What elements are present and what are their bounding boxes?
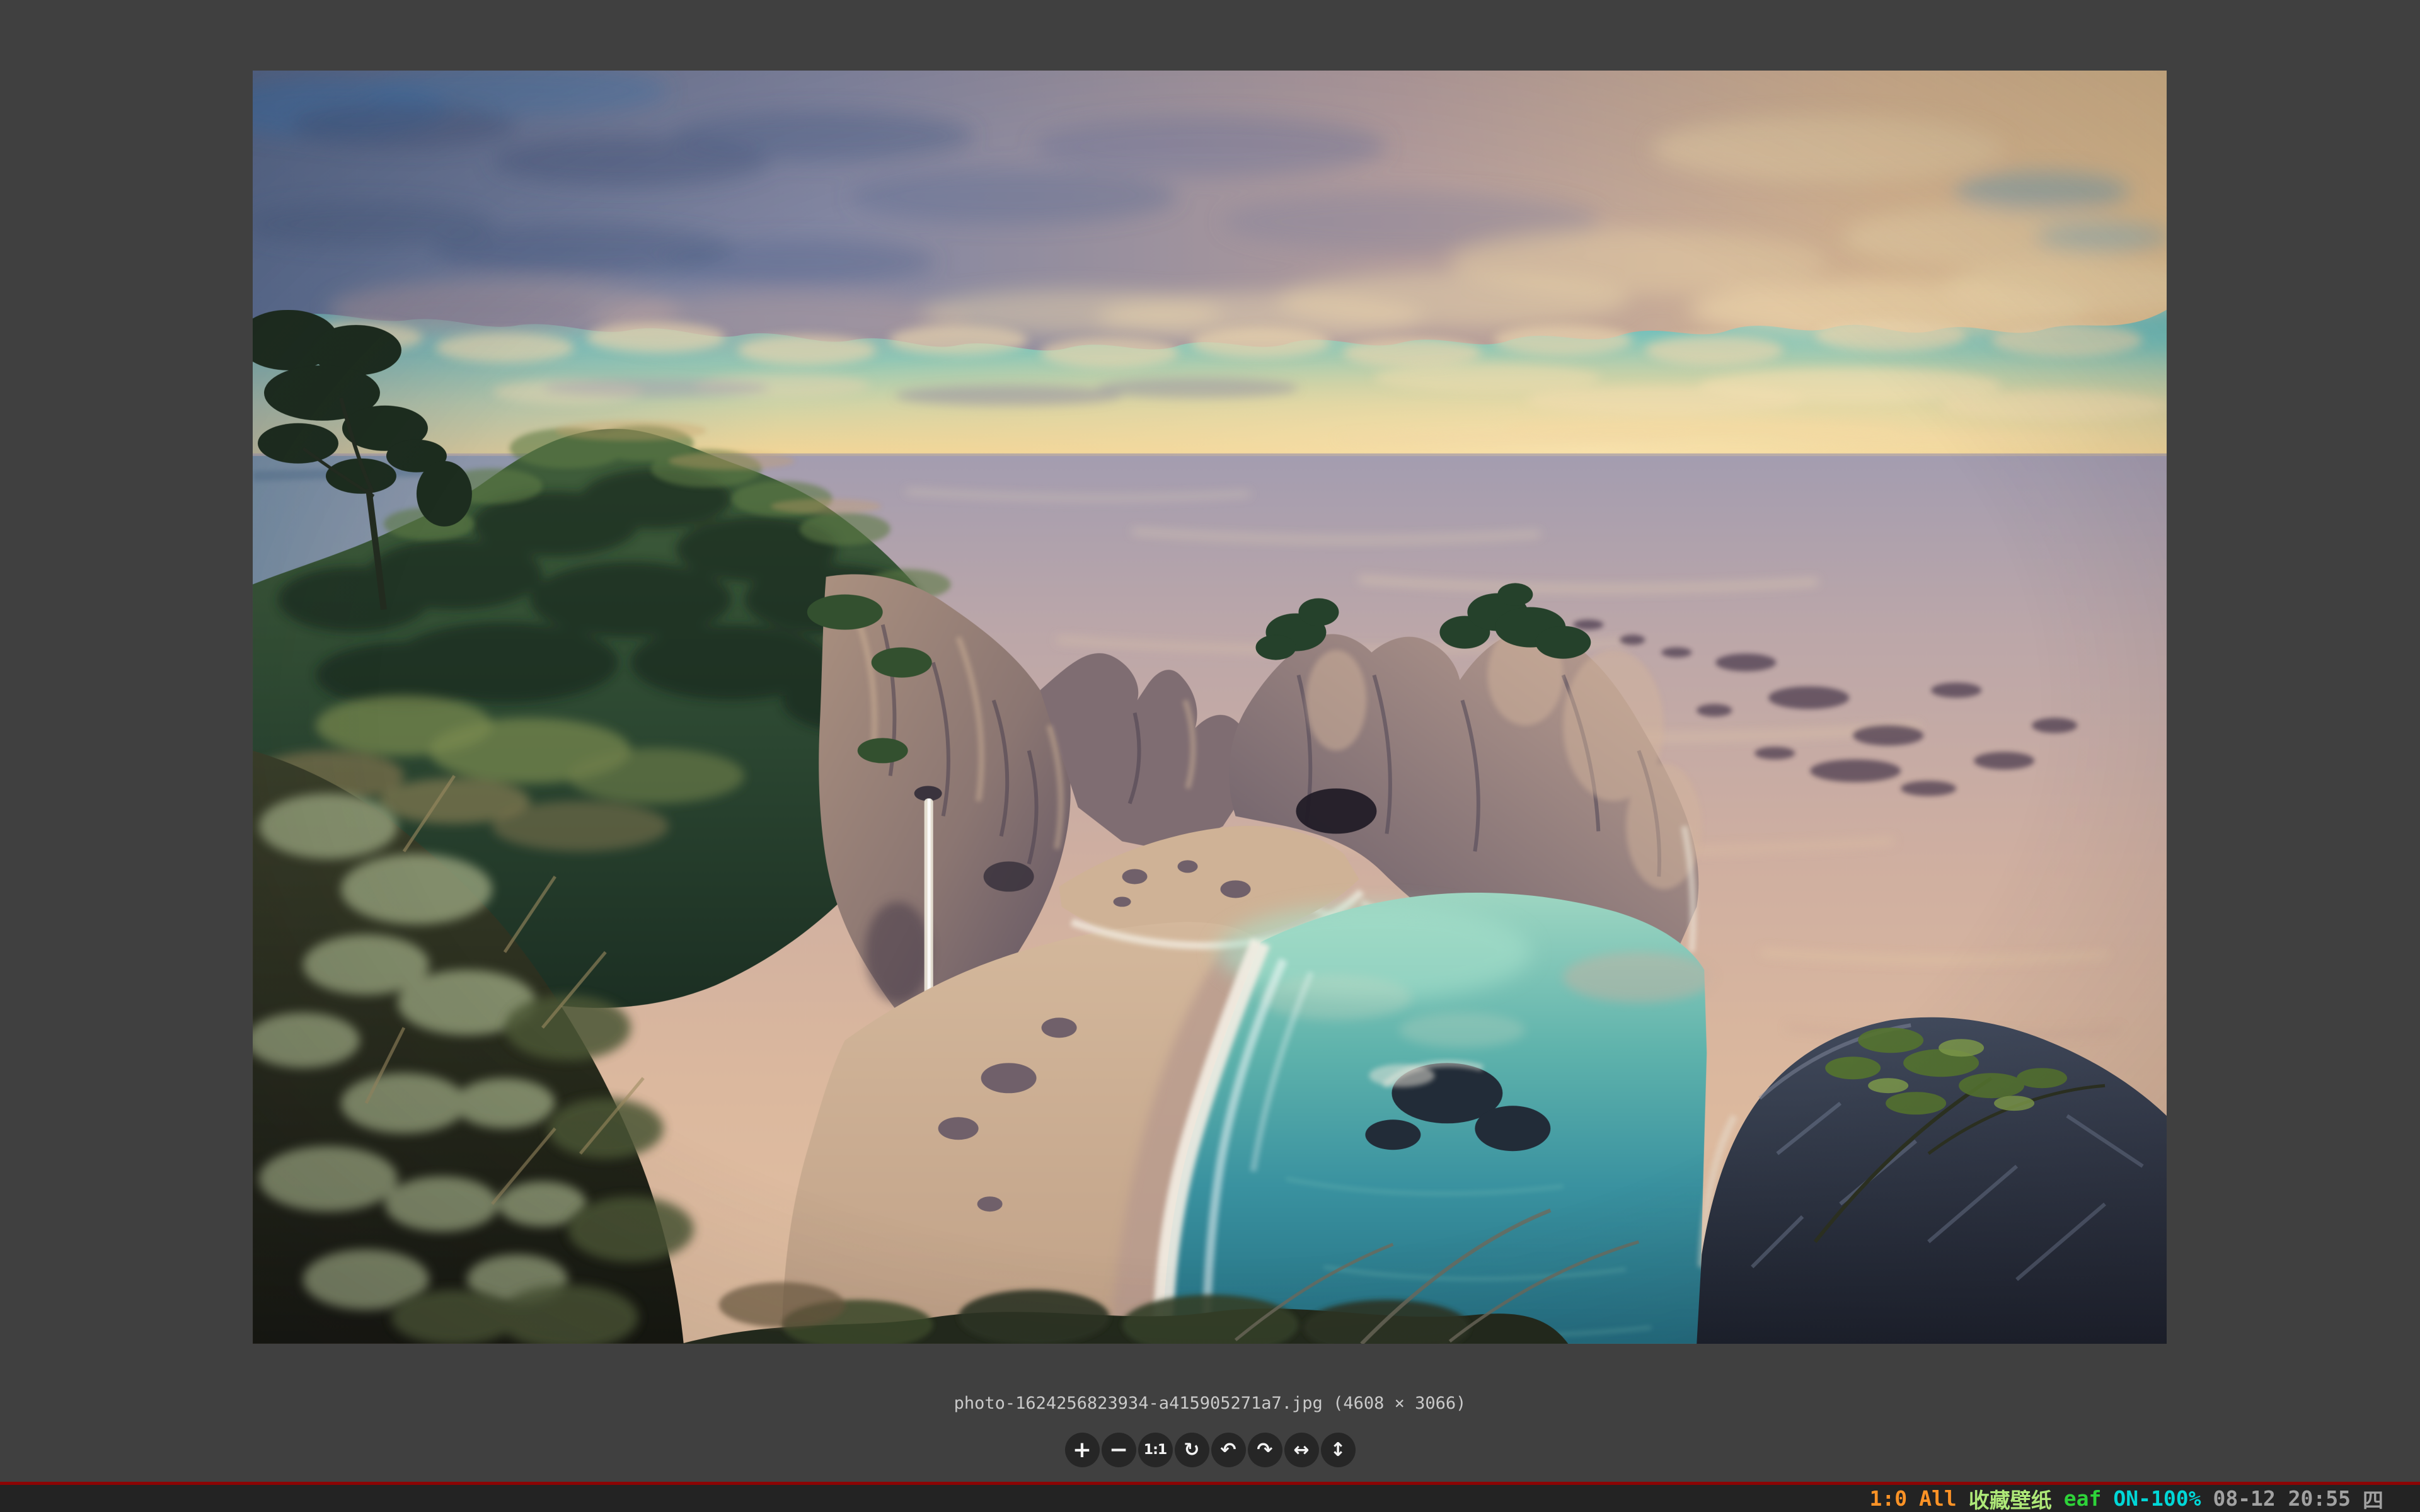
image-viewer-window: photo-1624256823934-a415905271a7.jpg (46… xyxy=(0,0,2420,1512)
photo-scene xyxy=(253,71,2167,1344)
reload-icon: ↻ xyxy=(1184,1441,1199,1460)
status-weekday: 四 xyxy=(2363,1484,2383,1512)
zoom-in-button[interactable]: + xyxy=(1065,1433,1100,1467)
status-bar: 1:0 All 收藏壁纸 eaf ON-100% 08-12 20:55 四 xyxy=(0,1485,2420,1512)
flip-horizontal-icon: ↔ xyxy=(1293,1441,1309,1460)
status-line-col: 1:0 xyxy=(1870,1486,1908,1511)
photo-image[interactable] xyxy=(253,71,2167,1344)
status-mode: eaf xyxy=(2064,1486,2102,1511)
rotate-left-icon: ↶ xyxy=(1220,1441,1236,1460)
status-buffer-percent: All xyxy=(1919,1486,1957,1511)
rotate-left-button[interactable]: ↶ xyxy=(1211,1433,1246,1467)
flip-vertical-button[interactable]: ↕ xyxy=(1321,1433,1356,1467)
zoom-out-button[interactable]: − xyxy=(1102,1433,1136,1467)
vignette xyxy=(253,71,2167,1344)
actual-size-icon: 1:1 xyxy=(1144,1443,1167,1457)
status-date-time: 08-12 20:55 xyxy=(2213,1486,2351,1511)
flip-horizontal-button[interactable]: ↔ xyxy=(1284,1433,1319,1467)
flip-vertical-icon: ↕ xyxy=(1330,1441,1345,1460)
image-dimensions: (4608 × 3066) xyxy=(1333,1394,1466,1413)
status-buffer-name: 收藏壁纸 xyxy=(1969,1484,2052,1512)
image-toolbar: + − 1:1 ↻ ↶ ↷ ↔ ↕ xyxy=(0,1433,2420,1467)
reload-button[interactable]: ↻ xyxy=(1175,1433,1209,1467)
image-caption: photo-1624256823934-a415905271a7.jpg (46… xyxy=(0,1394,2420,1413)
rotate-right-icon: ↷ xyxy=(1257,1441,1272,1460)
actual-size-button[interactable]: 1:1 xyxy=(1138,1433,1173,1467)
zoom-in-icon: + xyxy=(1073,1439,1092,1462)
image-filename: photo-1624256823934-a415905271a7.jpg xyxy=(954,1394,1323,1413)
zoom-out-icon: − xyxy=(1109,1439,1128,1462)
rotate-right-button[interactable]: ↷ xyxy=(1248,1433,1282,1467)
status-battery: ON-100% xyxy=(2113,1486,2201,1511)
